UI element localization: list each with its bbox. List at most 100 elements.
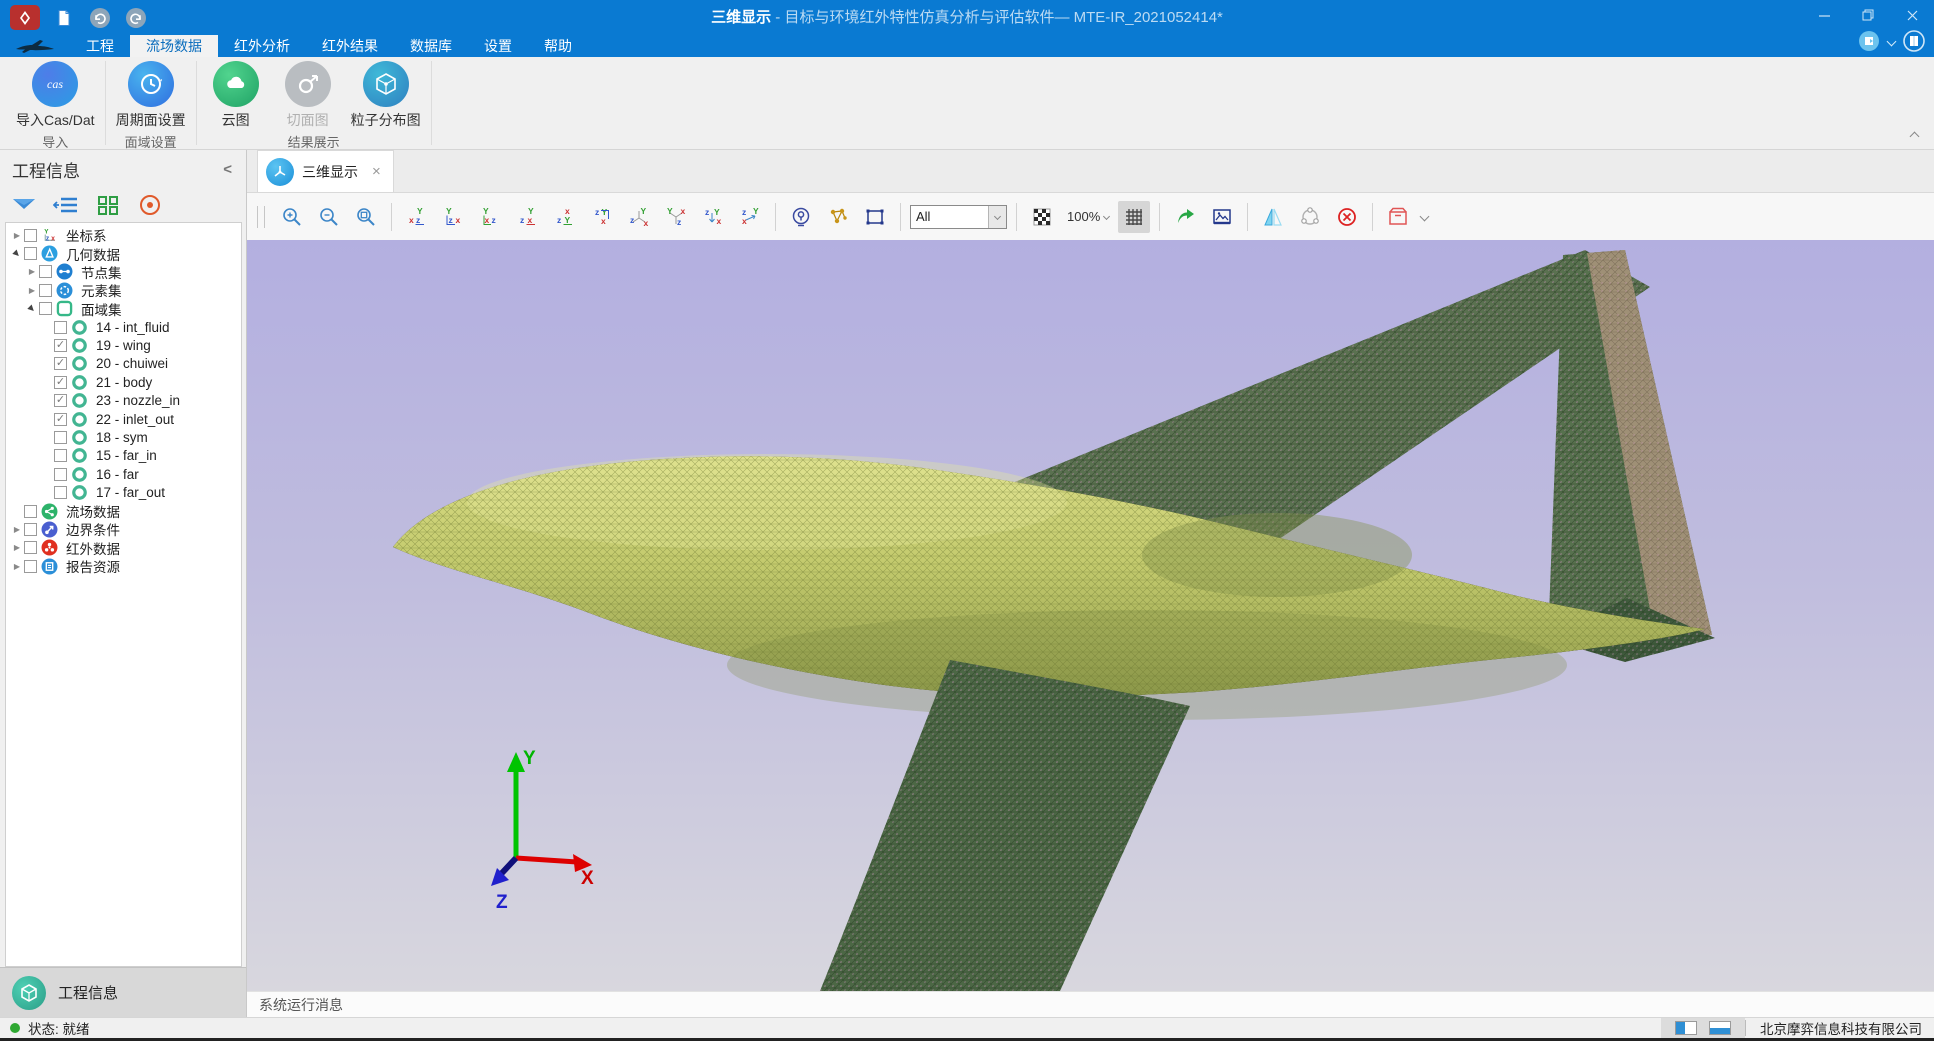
tree-item[interactable]: 16 - far bbox=[6, 465, 241, 483]
tree-item[interactable]: 18 - sym bbox=[6, 428, 241, 446]
probe-point-button[interactable] bbox=[785, 201, 817, 233]
3d-scene[interactable]: Y X Z bbox=[247, 240, 1934, 991]
minimize-button[interactable] bbox=[1802, 0, 1846, 30]
periodic-face-settings-button[interactable]: 周期面设置 bbox=[116, 61, 186, 130]
view-iso-2-button[interactable]: Yxz bbox=[660, 201, 692, 233]
archive-box-button[interactable] bbox=[1382, 201, 1414, 233]
view-rotate-down-button[interactable]: zYx bbox=[697, 201, 729, 233]
tree-item[interactable]: ▶边界条件 bbox=[6, 520, 241, 538]
menu-item-flowfield[interactable]: 流场数据 bbox=[130, 35, 218, 57]
view-iso-1-button[interactable]: Yzx bbox=[623, 201, 655, 233]
tree-item[interactable]: ▶红外数据 bbox=[6, 539, 241, 557]
collapse-arrow-icon[interactable]: ▶ bbox=[9, 245, 25, 261]
ribbon-collapse-button[interactable] bbox=[1911, 127, 1918, 143]
visibility-checkbox[interactable]: ✓ bbox=[54, 413, 67, 426]
expand-arrow-icon[interactable]: ▶ bbox=[10, 562, 24, 571]
view-right-button[interactable]: Yzx bbox=[512, 201, 544, 233]
grid-view-icon[interactable] bbox=[94, 193, 122, 217]
layout-left-panel-icon[interactable] bbox=[1675, 1021, 1697, 1035]
layout-bottom-panel-icon[interactable] bbox=[1709, 1021, 1731, 1035]
visibility-checkbox[interactable] bbox=[24, 229, 37, 242]
tree-item[interactable]: ▶元素集 bbox=[6, 281, 241, 299]
visibility-checkbox[interactable] bbox=[54, 486, 67, 499]
snapshot-button[interactable] bbox=[1206, 201, 1238, 233]
help-book-icon[interactable] bbox=[1902, 29, 1926, 53]
mesh-toggle-button[interactable] bbox=[1118, 201, 1150, 233]
visibility-checkbox[interactable] bbox=[54, 321, 67, 334]
view-bottom-button[interactable]: zYx bbox=[586, 201, 618, 233]
close-button[interactable] bbox=[1890, 0, 1934, 30]
tree-item[interactable]: ▶报告资源 bbox=[6, 557, 241, 575]
list-collapse-icon[interactable] bbox=[52, 193, 80, 217]
caret-down-icon[interactable] bbox=[1887, 36, 1897, 46]
tree-item[interactable]: ✓20 - chuiwei bbox=[6, 355, 241, 373]
box-select-button[interactable] bbox=[859, 201, 891, 233]
visibility-checkbox[interactable] bbox=[39, 302, 52, 315]
import-cas-dat-button[interactable]: cas 导入Cas/Dat bbox=[16, 61, 95, 130]
expand-arrow-icon[interactable]: ▶ bbox=[25, 267, 39, 276]
view-rotate-up-button[interactable]: zxY bbox=[734, 201, 766, 233]
filter-icon[interactable] bbox=[10, 193, 38, 217]
view-left-button[interactable]: Yxz bbox=[475, 201, 507, 233]
visibility-checkbox[interactable] bbox=[54, 468, 67, 481]
visibility-checkbox[interactable] bbox=[24, 541, 37, 554]
sidebar-footer-tab[interactable]: 工程信息 bbox=[0, 967, 246, 1017]
tree-item[interactable]: 17 - far_out bbox=[6, 483, 241, 501]
3d-viewport[interactable]: Y X Z bbox=[247, 240, 1934, 991]
node-network-button[interactable] bbox=[822, 201, 854, 233]
display-filter-combobox[interactable]: All bbox=[910, 205, 1007, 229]
expand-arrow-icon[interactable]: ▶ bbox=[10, 525, 24, 534]
slice-plot-button[interactable]: 切面图 bbox=[279, 61, 337, 130]
tree-item[interactable]: ✓22 - inlet_out bbox=[6, 410, 241, 428]
view-front-button[interactable]: Yxz bbox=[401, 201, 433, 233]
visibility-checkbox[interactable] bbox=[24, 505, 37, 518]
combobox-arrow-button[interactable] bbox=[988, 206, 1006, 228]
menu-item-ir-results[interactable]: 红外结果 bbox=[306, 35, 394, 57]
tree-item[interactable]: ▶面域集 bbox=[6, 300, 241, 318]
tree-item[interactable]: ▶节点集 bbox=[6, 263, 241, 281]
export-share-button[interactable] bbox=[1169, 201, 1201, 233]
visibility-checkbox[interactable]: ✓ bbox=[54, 394, 67, 407]
expand-arrow-icon[interactable]: ▶ bbox=[10, 543, 24, 552]
multibody-button[interactable] bbox=[1294, 201, 1326, 233]
target-icon[interactable] bbox=[136, 193, 164, 217]
sidebar-collapse-icon[interactable]: < bbox=[223, 161, 232, 178]
collapse-arrow-icon[interactable]: ▶ bbox=[24, 301, 40, 317]
zoom-fit-button[interactable] bbox=[350, 201, 382, 233]
visibility-checkbox[interactable] bbox=[54, 449, 67, 462]
toolbar-drag-handle[interactable] bbox=[257, 206, 265, 228]
mirror-button[interactable] bbox=[1257, 201, 1289, 233]
visibility-checkbox[interactable] bbox=[54, 431, 67, 444]
opacity-checker-icon[interactable] bbox=[1026, 201, 1058, 233]
menu-item-ir-analysis[interactable]: 红外分析 bbox=[218, 35, 306, 57]
tree-item[interactable]: ▶Yzx坐标系 bbox=[6, 226, 241, 244]
quick-panel-icon[interactable] bbox=[1857, 29, 1881, 53]
opacity-dropdown[interactable]: 100% bbox=[1063, 209, 1113, 224]
cancel-button[interactable] bbox=[1331, 201, 1363, 233]
visibility-checkbox[interactable] bbox=[39, 265, 52, 278]
visibility-checkbox[interactable] bbox=[24, 560, 37, 573]
tab-close-icon[interactable]: × bbox=[372, 163, 381, 180]
view-top-button[interactable]: xzY bbox=[549, 201, 581, 233]
tree-item[interactable]: ✓23 - nozzle_in bbox=[6, 392, 241, 410]
tree-item[interactable]: 流场数据 bbox=[6, 502, 241, 520]
tree-item[interactable]: ✓21 - body bbox=[6, 373, 241, 391]
tree-item[interactable]: 15 - far_in bbox=[6, 447, 241, 465]
zoom-in-button[interactable] bbox=[276, 201, 308, 233]
visibility-checkbox[interactable]: ✓ bbox=[54, 376, 67, 389]
visibility-checkbox[interactable]: ✓ bbox=[54, 339, 67, 352]
restore-button[interactable] bbox=[1846, 0, 1890, 30]
visibility-checkbox[interactable] bbox=[39, 284, 52, 297]
tab-3d-view[interactable]: 三维显示 × bbox=[257, 150, 394, 192]
chevron-down-icon[interactable] bbox=[1420, 212, 1430, 222]
menu-item-settings[interactable]: 设置 bbox=[468, 35, 528, 57]
zoom-out-button[interactable] bbox=[313, 201, 345, 233]
menu-item-help[interactable]: 帮助 bbox=[528, 35, 588, 57]
particle-distribution-button[interactable]: 粒子分布图 bbox=[351, 61, 421, 130]
visibility-checkbox[interactable]: ✓ bbox=[54, 357, 67, 370]
menu-item-database[interactable]: 数据库 bbox=[394, 35, 468, 57]
tree-item[interactable]: ✓19 - wing bbox=[6, 336, 241, 354]
tree-item[interactable]: ▶几何数据 bbox=[6, 244, 241, 262]
expand-arrow-icon[interactable]: ▶ bbox=[25, 286, 39, 295]
menu-item-project[interactable]: 工程 bbox=[70, 35, 130, 57]
